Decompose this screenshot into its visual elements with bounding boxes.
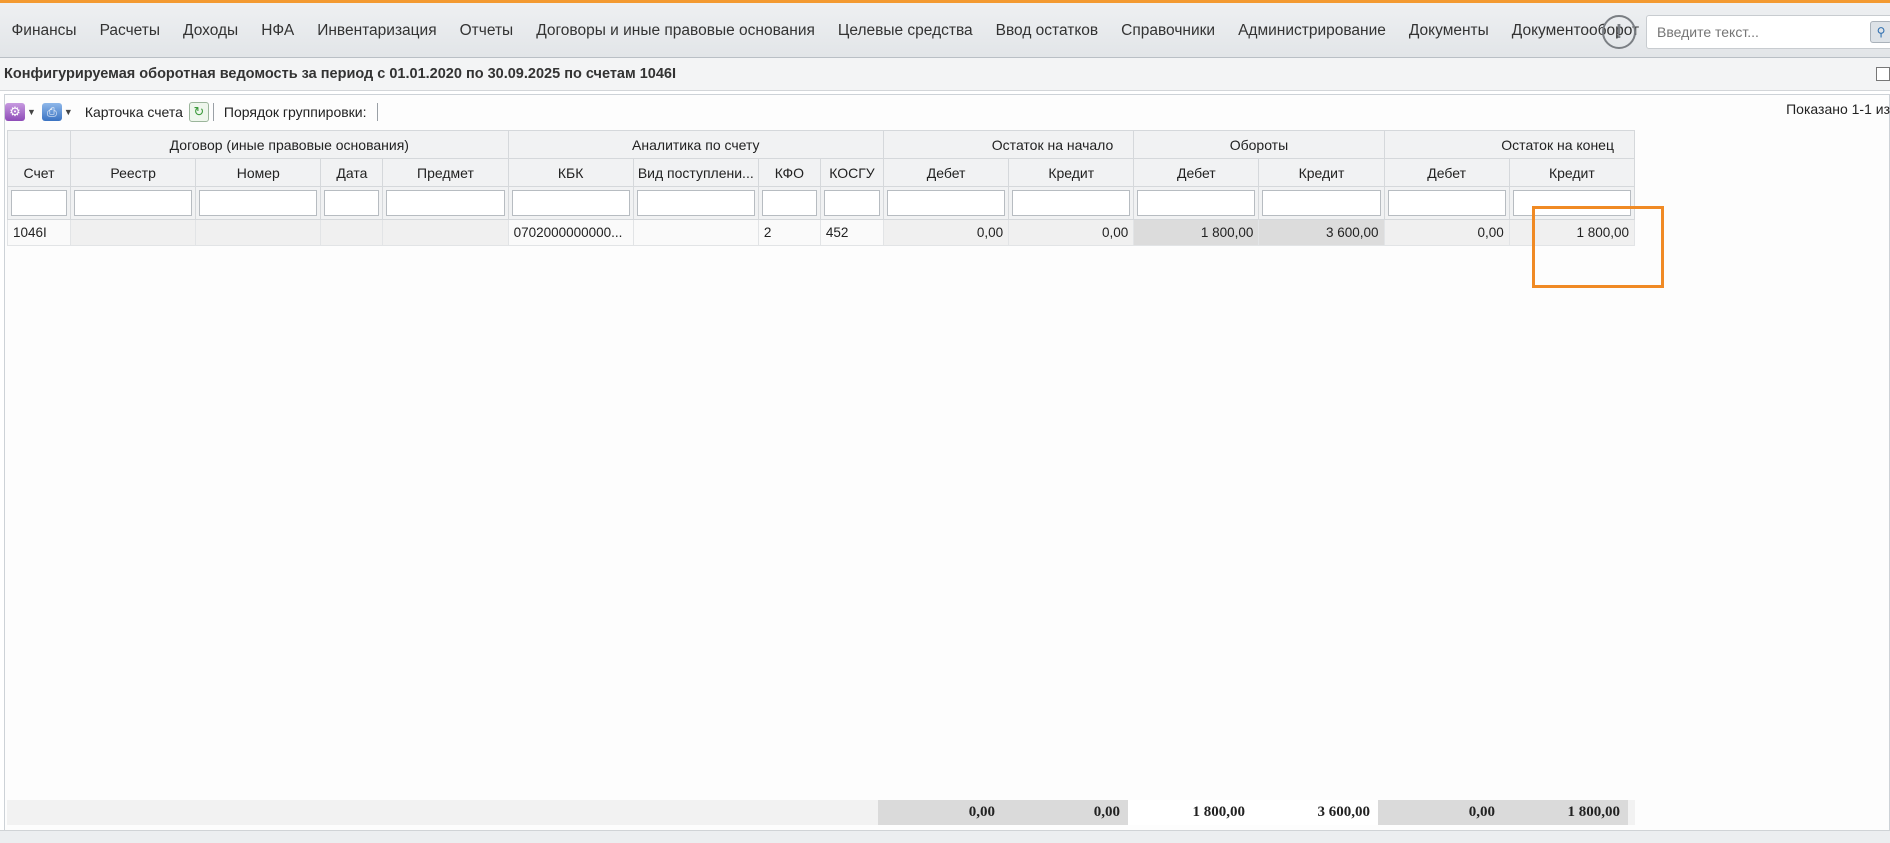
printer-icon: ⎙ bbox=[41, 103, 62, 121]
cell-kbk: 0702000000000... bbox=[507, 219, 634, 246]
toolbar-separator bbox=[212, 103, 214, 121]
filter-input[interactable] bbox=[1137, 190, 1256, 216]
menu-item-reports[interactable]: Отчеты bbox=[448, 22, 525, 40]
column-header[interactable]: Кредит bbox=[1008, 158, 1135, 187]
alert-icon[interactable]: ! bbox=[1602, 15, 1636, 49]
cell-opening-debit: 0,00 bbox=[883, 219, 1010, 246]
column-header[interactable]: Дебет bbox=[1383, 158, 1510, 187]
search-input[interactable] bbox=[1646, 15, 1890, 49]
menu-item-contracts[interactable]: Договоры и иные правовые основания bbox=[525, 22, 827, 40]
group-header-opening: Остаток на начало bbox=[883, 130, 1135, 159]
total-closing-credit: 1 800,00 bbox=[1503, 800, 1628, 825]
cell-registry bbox=[70, 219, 197, 246]
cell-income-type bbox=[632, 219, 759, 246]
menu-item-balances-input[interactable]: Ввод остатков bbox=[984, 22, 1110, 40]
column-header[interactable]: Счет bbox=[6, 158, 72, 187]
column-header[interactable]: Вид поступлени... bbox=[632, 158, 759, 187]
cell-date bbox=[320, 219, 384, 246]
column-header[interactable]: Дебет bbox=[883, 158, 1010, 187]
toolbar: ⚙ ▼ ⎙ ▼ Карточка счета ↻ Порядок группир… bbox=[5, 97, 1890, 127]
grouping-order-label: Порядок группировки: bbox=[223, 104, 367, 120]
total-turnover-debit: 1 800,00 bbox=[1128, 800, 1253, 825]
search-icon[interactable]: ⚲ bbox=[1870, 21, 1890, 43]
filter-input[interactable] bbox=[636, 190, 755, 216]
column-header[interactable]: КОСГУ bbox=[819, 158, 885, 187]
table-row[interactable]: 1046I 0702000000000... 2 452 0,00 0,00 1… bbox=[6, 219, 1636, 246]
menu-item-finance[interactable]: Финансы bbox=[0, 22, 88, 40]
refresh-icon[interactable]: ↻ bbox=[188, 102, 209, 122]
pagination-info: Показано 1-1 из bbox=[1786, 101, 1890, 117]
menu-item-income[interactable]: Доходы bbox=[172, 22, 250, 40]
restore-window-icon[interactable] bbox=[1876, 67, 1890, 81]
page-title: Конфигурируемая оборотная ведомость за п… bbox=[4, 66, 677, 82]
settings-menu-button[interactable]: ⚙ ▼ bbox=[5, 103, 36, 121]
filter-input[interactable] bbox=[74, 190, 193, 216]
group-header-closing: Остаток на конец bbox=[1383, 130, 1636, 159]
total-closing-debit: 0,00 bbox=[1378, 800, 1503, 825]
turnover-grid: Договор (иные правовые основания) Аналит… bbox=[6, 130, 1636, 246]
menu-item-target-funds[interactable]: Целевые средства bbox=[826, 22, 984, 40]
group-header-analytics: Аналитика по счету bbox=[507, 130, 885, 159]
filter-input[interactable] bbox=[511, 190, 630, 216]
column-header[interactable]: Предмет bbox=[382, 158, 509, 187]
main-menu: Финансы Расчеты Доходы НФА Инвентаризаци… bbox=[0, 3, 1651, 58]
total-turnover-credit: 3 600,00 bbox=[1253, 800, 1378, 825]
filter-input[interactable] bbox=[386, 190, 505, 216]
group-header-contract: Договор (иные правовые основания) bbox=[70, 130, 509, 159]
top-navigation-bar: Финансы Расчеты Доходы НФА Инвентаризаци… bbox=[0, 0, 1890, 58]
column-header[interactable]: Кредит bbox=[1508, 158, 1636, 187]
gear-icon: ⚙ bbox=[5, 103, 25, 121]
total-opening-credit: 0,00 bbox=[1003, 800, 1128, 825]
cell-closing-debit: 0,00 bbox=[1383, 219, 1510, 246]
menu-item-settlements[interactable]: Расчеты bbox=[88, 22, 171, 40]
filter-input[interactable] bbox=[887, 190, 1006, 216]
menu-item-administration[interactable]: Администрирование bbox=[1227, 22, 1398, 40]
filter-input[interactable] bbox=[1387, 190, 1506, 216]
cell-number bbox=[195, 219, 322, 246]
menu-item-inventory[interactable]: Инвентаризация bbox=[306, 22, 448, 40]
column-header[interactable]: Номер bbox=[195, 158, 322, 187]
cell-kosgu: 452 bbox=[819, 219, 885, 246]
filter-input[interactable] bbox=[199, 190, 318, 216]
filter-input[interactable] bbox=[823, 190, 881, 216]
highlight-annotation bbox=[1532, 206, 1664, 288]
column-header[interactable]: КФО bbox=[757, 158, 821, 187]
filter-input[interactable] bbox=[761, 190, 817, 216]
toolbar-separator bbox=[376, 103, 378, 121]
filter-input[interactable] bbox=[11, 190, 68, 216]
title-bar: Конфигурируемая оборотная ведомость за п… bbox=[0, 58, 1890, 91]
cell-subject bbox=[382, 219, 509, 246]
chevron-down-icon: ▼ bbox=[63, 107, 73, 117]
column-header[interactable]: Реестр bbox=[70, 158, 197, 187]
column-header[interactable]: Дата bbox=[320, 158, 384, 187]
menu-item-nfa[interactable]: НФА bbox=[250, 22, 306, 40]
cell-account: 1046I bbox=[6, 219, 72, 246]
totals-row: 0,00 0,00 1 800,00 3 600,00 0,00 1 800,0… bbox=[7, 800, 1635, 825]
menu-item-directories[interactable]: Справочники bbox=[1110, 22, 1227, 40]
cell-turnover-credit: 3 600,00 bbox=[1258, 219, 1385, 246]
filter-input[interactable] bbox=[1262, 190, 1381, 216]
account-card-button[interactable]: Карточка счета bbox=[85, 104, 183, 120]
menu-item-documents[interactable]: Документы bbox=[1397, 22, 1500, 40]
group-header-empty bbox=[6, 130, 72, 159]
cell-turnover-debit: 1 800,00 bbox=[1133, 219, 1260, 246]
total-opening-debit: 0,00 bbox=[878, 800, 1003, 825]
filter-input[interactable] bbox=[1012, 190, 1131, 216]
column-header[interactable]: КБК bbox=[507, 158, 634, 187]
filter-input[interactable] bbox=[324, 190, 380, 216]
print-menu-button[interactable]: ⎙ ▼ bbox=[41, 103, 73, 121]
column-header[interactable]: Кредит bbox=[1258, 158, 1385, 187]
chevron-down-icon: ▼ bbox=[27, 107, 36, 117]
cell-kfo: 2 bbox=[757, 219, 821, 246]
cell-opening-credit: 0,00 bbox=[1008, 219, 1135, 246]
status-bar bbox=[0, 830, 1890, 843]
column-header[interactable]: Дебет bbox=[1133, 158, 1260, 187]
group-header-turnover: Обороты bbox=[1133, 130, 1385, 159]
